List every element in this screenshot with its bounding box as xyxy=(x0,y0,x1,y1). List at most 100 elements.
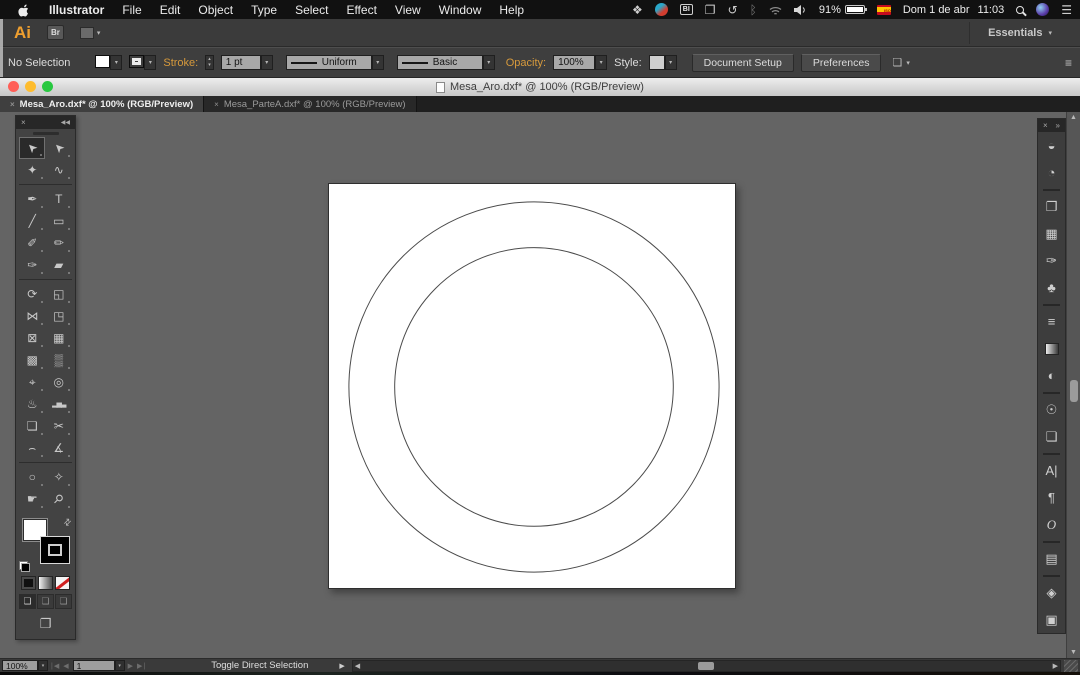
tool-perspective-grid[interactable]: ▦ xyxy=(46,327,72,349)
stroke-swatch-large[interactable] xyxy=(40,536,70,564)
outer-circle-path[interactable] xyxy=(348,201,720,573)
width-profile-select[interactable]: Uniform xyxy=(285,55,372,70)
menu-window[interactable]: Window xyxy=(430,3,491,17)
stroke-color-swatch[interactable] xyxy=(129,55,145,68)
tab-close-icon[interactable]: × xyxy=(10,100,15,109)
app-swirl-icon[interactable] xyxy=(654,3,668,16)
status-display-menu-icon[interactable]: ▶ xyxy=(339,662,344,670)
menu-file[interactable]: File xyxy=(113,3,150,17)
bluetooth-icon[interactable]: ᛒ xyxy=(750,4,757,16)
panel-collapse-icon[interactable]: ◀◀ xyxy=(61,119,70,126)
menu-clock-date[interactable]: Dom 1 de abr xyxy=(903,4,970,16)
brush-definition-select[interactable]: Basic xyxy=(396,55,483,70)
close-window-button[interactable] xyxy=(8,81,19,92)
dock-expand-icon[interactable]: » xyxy=(1056,121,1060,130)
panel-pathfinder-icon[interactable]: ❐ xyxy=(1038,189,1065,220)
width-profile-dropdown[interactable]: ▾ xyxy=(371,55,384,70)
panel-graphic-styles-icon[interactable]: ❏ xyxy=(1038,423,1065,450)
default-fill-stroke-icon[interactable] xyxy=(19,561,30,572)
stroke-weight-stepper[interactable]: ▴ ▾ xyxy=(205,55,214,70)
menu-type[interactable]: Type xyxy=(242,3,286,17)
none-button[interactable] xyxy=(55,576,70,590)
panel-stroke-icon[interactable]: ≡ xyxy=(1038,304,1065,335)
tool-free-transform[interactable]: ◳ xyxy=(46,305,72,327)
document-title-bar[interactable]: Mesa_Aro.dxf* @ 100% (RGB/Preview) xyxy=(0,78,1080,96)
tool-shaper[interactable]: ✧ xyxy=(46,466,72,488)
scroll-left-icon[interactable]: ◀ xyxy=(355,662,360,670)
arrange-documents-button[interactable]: ▾ xyxy=(79,26,100,39)
stroke-weight-dropdown[interactable]: ▾ xyxy=(260,55,273,70)
menu-clock-time[interactable]: 11:03 xyxy=(978,4,1005,16)
artboard[interactable] xyxy=(328,183,736,589)
opacity-dropdown[interactable]: ▾ xyxy=(595,55,608,70)
menu-view[interactable]: View xyxy=(386,3,430,17)
opacity-input[interactable]: 100% xyxy=(553,55,596,70)
tool-rotate[interactable]: ⟳ xyxy=(19,283,45,305)
tool-scale[interactable]: ◱ xyxy=(46,283,72,305)
draw-behind-button[interactable]: ❏ xyxy=(37,594,54,609)
previous-artboard-button[interactable]: ◀ xyxy=(63,662,69,670)
tool-direct-selection[interactable]: ➤ xyxy=(46,137,72,159)
scroll-down-icon[interactable]: ▼ xyxy=(1067,649,1080,656)
tool-rectangle[interactable]: ▭ xyxy=(46,210,72,232)
siri-icon[interactable] xyxy=(1036,3,1050,16)
zoom-window-button[interactable] xyxy=(42,81,53,92)
preferences-button[interactable]: Preferences xyxy=(800,53,882,72)
apple-menu[interactable] xyxy=(8,3,40,17)
tool-blend[interactable]: ◎ xyxy=(46,371,72,393)
tool-eraser[interactable]: ▰ xyxy=(46,254,72,276)
change-screen-mode-button[interactable]: ❐ xyxy=(16,611,75,639)
menu-effect[interactable]: Effect xyxy=(337,3,385,17)
tool-shape-builder[interactable]: ⊠ xyxy=(19,327,45,349)
opacity-panel-link[interactable]: Opacity: xyxy=(506,57,546,69)
panel-brushes-icon[interactable]: ✑ xyxy=(1038,247,1065,274)
scroll-up-icon[interactable]: ▲ xyxy=(1067,114,1080,121)
control-panel-menu-icon[interactable]: ≡ xyxy=(1065,56,1072,70)
dock-close-icon[interactable]: × xyxy=(1043,121,1048,130)
gradient-button[interactable] xyxy=(38,576,53,590)
tool-curvature[interactable]: ⌢ xyxy=(19,437,45,459)
stroke-dropdown[interactable]: ▾ xyxy=(144,55,157,70)
scroll-right-icon[interactable]: ▶ xyxy=(1053,662,1058,670)
inner-circle-path[interactable] xyxy=(394,247,674,527)
displays-icon[interactable]: ❐ xyxy=(705,4,716,16)
draw-normal-button[interactable]: ❏ xyxy=(19,594,36,609)
panel-color-icon[interactable]: ◒ xyxy=(1038,132,1065,159)
horizontal-scrollbar[interactable]: ◀ ▶ xyxy=(351,659,1061,672)
last-artboard-button[interactable]: ▶| xyxy=(137,662,146,670)
menu-object[interactable]: Object xyxy=(189,3,242,17)
tool-eyedropper[interactable]: ⌖ xyxy=(19,371,45,393)
panel-close-icon[interactable]: × xyxy=(21,118,26,127)
panel-artboards-icon[interactable]: ▣ xyxy=(1038,606,1065,633)
tool-symbol-sprayer[interactable]: ♨ xyxy=(19,393,45,415)
tool-lasso[interactable]: ∿ xyxy=(46,159,72,181)
tool-width[interactable]: ⋈ xyxy=(19,305,45,327)
panel-grip[interactable] xyxy=(16,129,75,137)
time-machine-icon[interactable]: ↺ xyxy=(728,4,738,16)
minimize-window-button[interactable] xyxy=(25,81,36,92)
tool-blob-brush[interactable]: ✑ xyxy=(19,254,45,276)
next-artboard-button[interactable]: ▶ xyxy=(128,662,134,670)
tool-type[interactable]: T xyxy=(46,188,72,210)
stroke-weight-input[interactable]: 1 pt xyxy=(220,55,261,70)
panel-paragraph-icon[interactable]: ¶ xyxy=(1038,484,1065,511)
bi-app-icon[interactable]: BI xyxy=(679,4,693,15)
panel-appearance-icon[interactable]: ☉ xyxy=(1038,392,1065,423)
panel-transparency-icon[interactable]: ◐ xyxy=(1038,362,1065,389)
fill-color-swatch[interactable] xyxy=(95,55,111,68)
volume-icon[interactable] xyxy=(793,4,807,15)
panel-layers-icon[interactable]: ◈ xyxy=(1038,575,1065,606)
panel-gradient-icon[interactable] xyxy=(1038,335,1065,362)
color-button[interactable] xyxy=(21,576,36,590)
style-swatch[interactable] xyxy=(648,55,665,70)
panel-color-guide-icon[interactable]: ◔ xyxy=(1038,159,1065,186)
tool-pencil[interactable]: ✏ xyxy=(46,232,72,254)
tool-hand[interactable]: ☛ xyxy=(19,488,45,510)
tool-gradient[interactable]: ▒ xyxy=(46,349,72,371)
tool-zoom[interactable]: ⚲ xyxy=(46,488,72,510)
spotlight-icon[interactable] xyxy=(1016,5,1025,14)
stroke-panel-link[interactable]: Stroke: xyxy=(163,57,198,69)
panel-character-icon[interactable]: A| xyxy=(1038,453,1065,484)
panel-symbols-icon[interactable]: ♣ xyxy=(1038,274,1065,301)
tab-mesa-aro[interactable]: × Mesa_Aro.dxf* @ 100% (RGB/Preview) xyxy=(0,96,205,112)
